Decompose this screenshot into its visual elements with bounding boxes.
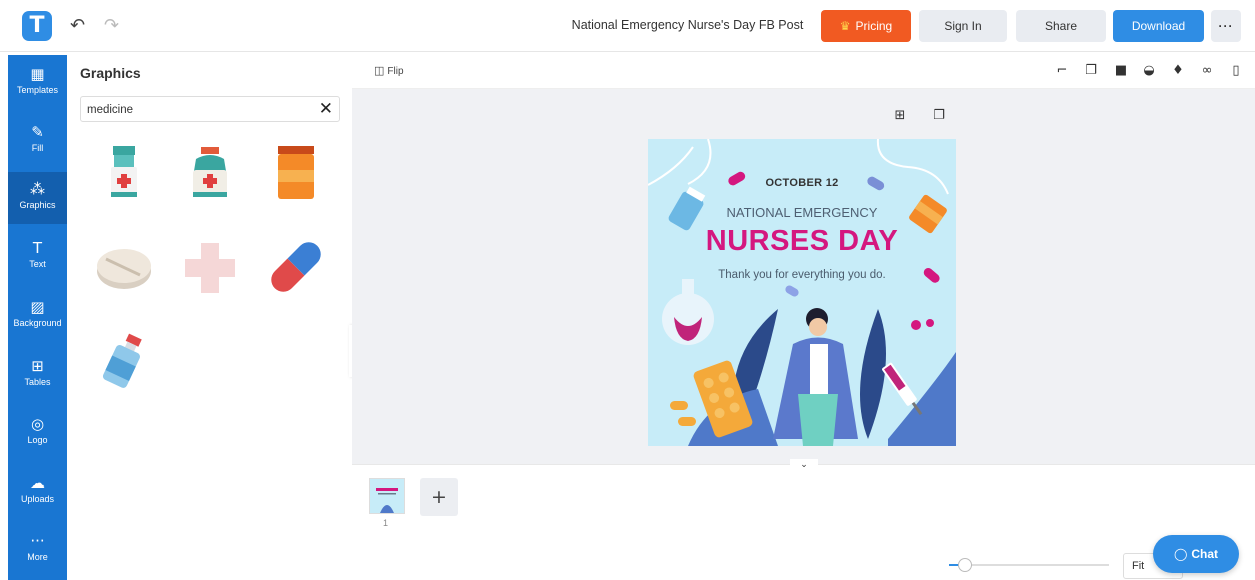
upload-cloud-icon: ☁ [30,474,45,492]
vial-icon [102,333,142,388]
graphic-medicine-bottle-small[interactable] [94,143,154,203]
background-icon: ▨ [30,298,45,316]
logo-icon: ◎ [30,415,45,433]
medicine-bottle-icon [111,146,137,197]
design-canvas[interactable]: OCTOBER 12 NATIONAL EMERGENCY NURSES DAY… [648,139,956,446]
link-icon[interactable]: ∞ [1199,62,1215,80]
search-box: ✕ [80,96,340,122]
tablet-pill-icon [97,249,151,289]
crown-icon: ♛ [839,19,851,33]
sidebar-item-uploads[interactable]: ☁ Uploads [8,466,67,518]
flip-label: Flip [387,66,404,77]
text-icon: T [32,239,43,257]
canvas-area: ⊞ ❐ OCTOBER 12 NATIONAL EMERGENCY NURSES… [352,89,1255,464]
more-icon: ··· [30,532,45,550]
pill-bottle-icon [278,146,314,199]
app-logo[interactable]: T [22,11,52,41]
add-page-button[interactable]: + [420,478,458,516]
chevron-down-icon: ⌄ [800,460,808,470]
layer-icon[interactable]: ■ [1113,62,1129,80]
templates-icon: ▦ [30,65,45,83]
design-date-text[interactable]: OCTOBER 12 [648,177,956,189]
graphic-tablet[interactable] [94,237,154,297]
share-button[interactable]: Share [1016,10,1106,42]
sign-in-button[interactable]: Sign In [919,10,1007,42]
sidebar-item-label: Templates [16,85,59,95]
pricing-label: Pricing [855,19,893,33]
graphic-orange-bottle[interactable] [266,143,326,203]
pricing-button[interactable]: ♛ Pricing [821,10,911,42]
sidebar-item-background[interactable]: ▨ Background [8,290,67,342]
thumbnail-preview [376,488,398,513]
duplicate-page-icon[interactable]: ❐ [931,108,947,124]
document-title[interactable]: National Emergency Nurse's Day FB Post [560,18,815,32]
download-button[interactable]: Download [1113,10,1204,42]
page-number: 1 [383,518,389,528]
graphics-panel: Graphics ✕ [67,55,352,580]
duplicate-icon[interactable]: ❐ [1083,62,1099,80]
sidebar-item-label: Tables [24,377,51,387]
graphic-medicine-bottle-wide[interactable] [180,143,240,203]
expand-pages-button[interactable]: ⌄ [790,459,818,471]
sidebar-item-tables[interactable]: ⊞ Tables [8,349,67,401]
design-subtitle-text[interactable]: NATIONAL EMERGENCY [648,205,956,220]
sidebar-item-label: Fill [31,143,44,153]
zoom-slider[interactable] [949,558,1109,572]
chat-bubble-icon: ◯ [1173,547,1188,561]
sidebar-item-label: Text [29,259,46,269]
pages-strip: ⌄ 1 + Fit ◯ Chat [352,459,1255,580]
sidebar-item-label: Background [13,318,62,328]
opacity-icon[interactable]: ◒ [1141,62,1157,80]
graphic-capsule[interactable] [266,237,326,297]
undo-icon[interactable]: ↶ [70,14,85,38]
sidebar-item-text[interactable]: T Text [8,231,67,283]
zoom-slider-handle[interactable] [958,558,972,572]
sidebar-item-more[interactable]: ··· More [8,524,67,576]
sidebar-item-fill[interactable]: ✎ Fill [8,115,67,167]
redo-icon[interactable]: ↷ [104,14,119,38]
sidebar-item-graphics[interactable]: ⁂ Graphics [8,172,67,224]
paint-format-icon[interactable]: ⌐ [1054,62,1070,80]
sidebar: ▦ Templates ✎ Fill ⁂ Graphics T Text ▨ Backgr… [8,55,67,580]
delete-icon[interactable]: ▯ [1228,62,1244,80]
graphic-vial[interactable] [94,331,154,391]
fill-icon: ✎ [31,123,44,141]
search-input[interactable] [87,101,307,118]
chat-label: Chat [1191,547,1219,561]
graphic-medical-cross[interactable] [180,237,240,297]
element-toolbar: ◫ Flip ⌐ ❐ ■ ◒ ♦ ∞ ▯ [352,55,1255,89]
top-bar: T ↶ ↷ National Emergency Nurse's Day FB … [0,0,1255,52]
tables-icon: ⊞ [31,357,44,375]
flip-icon: ◫ [374,64,385,77]
sidebar-item-templates[interactable]: ▦ Templates [8,57,67,109]
graphics-icon: ⁂ [30,180,45,198]
more-options-button[interactable]: ··· [1211,10,1241,42]
capsule-icon [271,242,321,292]
flip-button[interactable]: ◫ Flip [374,64,404,77]
medical-cross-icon [185,243,235,293]
sidebar-item-label: Logo [27,435,48,445]
position-icon[interactable]: ♦ [1170,62,1186,80]
panel-title: Graphics [80,65,141,81]
page-thumbnail[interactable] [369,478,405,514]
add-element-icon[interactable]: ⊞ [892,108,908,124]
sidebar-item-label: Graphics [19,200,56,210]
medicine-jar-icon [193,147,227,197]
clear-search-icon[interactable]: ✕ [319,99,333,119]
chat-button[interactable]: ◯ Chat [1153,535,1239,573]
sidebar-item-logo[interactable]: ◎ Logo [8,407,67,459]
design-thanks-text[interactable]: Thank you for everything you do. [648,269,956,281]
sidebar-item-label: More [27,552,48,562]
design-title-text[interactable]: NURSES DAY [648,225,956,258]
sidebar-item-label: Uploads [20,494,55,504]
